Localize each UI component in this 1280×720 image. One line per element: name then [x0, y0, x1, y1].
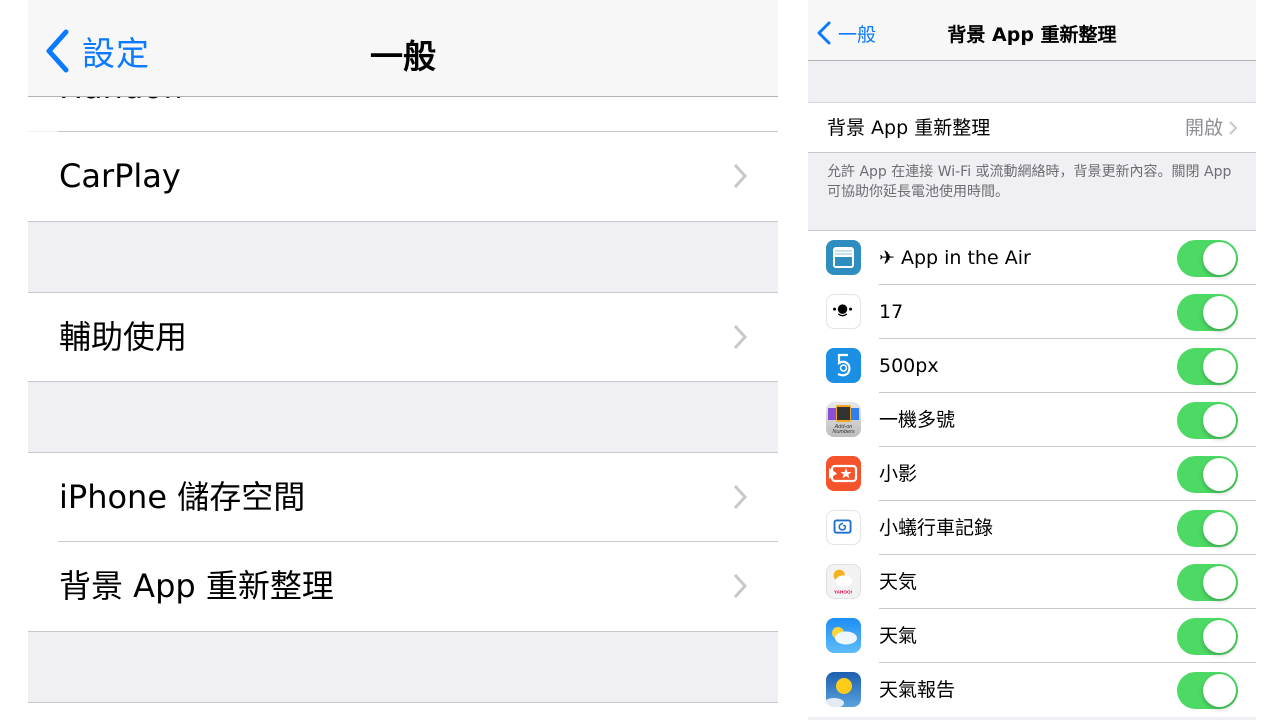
yahoo-weather-icon: YAHOO! — [826, 564, 861, 599]
setting-value: 開啟 — [1184, 117, 1223, 139]
app-row: 小影 — [808, 447, 1256, 501]
app-row: YAHOO! 天気 — [808, 555, 1256, 609]
list-item-label: iPhone 儲存空間 — [59, 478, 306, 516]
weather-report-icon — [826, 672, 861, 707]
app-refresh-toggle[interactable] — [1177, 564, 1238, 601]
app-name: ✈ App in the Air — [879, 247, 1031, 269]
vivavideo-icon — [826, 456, 861, 491]
list-item-label: 輔助使用 — [59, 318, 188, 356]
toggle-knob — [1203, 566, 1236, 599]
app-row: Add-on Numbers 一機多號 — [808, 393, 1256, 447]
app-refresh-toggle[interactable] — [1177, 294, 1238, 331]
app-row: 17 — [808, 285, 1256, 339]
page-title: 一般 — [370, 37, 436, 76]
app-refresh-toggle[interactable] — [1177, 402, 1238, 439]
background-app-refresh-panel: 一般 背景 App 重新整理 背景 App 重新整理 開啟 允許 App 在連接… — [808, 0, 1256, 720]
app-name: 17 — [879, 301, 904, 323]
toggle-knob — [1203, 458, 1236, 491]
app-refresh-toggle[interactable] — [1177, 456, 1238, 493]
setting-label: 背景 App 重新整理 — [827, 117, 991, 139]
toggle-knob — [1203, 404, 1236, 437]
app-name: 天気 — [879, 571, 918, 593]
toggle-knob — [1203, 350, 1236, 383]
app-refresh-toggle[interactable] — [1177, 240, 1238, 277]
toggle-knob — [1203, 296, 1236, 329]
section-footer: 允許 App 在連接 Wi-Fi 或流動網絡時，背景更新內容。關閉 App 可協… — [827, 164, 1232, 200]
divider — [28, 631, 778, 632]
chevron-right-icon — [1229, 121, 1238, 135]
app-row: 小蟻行車記錄 — [808, 501, 1256, 555]
app-refresh-toggle[interactable] — [1177, 672, 1238, 709]
app-name: 小影 — [879, 463, 918, 485]
app-name: 一機多號 — [879, 409, 956, 431]
chevron-right-icon — [733, 573, 748, 599]
list-item-label: 背景 App 重新整理 — [59, 567, 334, 605]
toggle-knob — [1203, 620, 1236, 653]
toggle-knob — [1203, 512, 1236, 545]
app-refresh-toggle[interactable] — [1177, 510, 1238, 547]
page-title: 背景 App 重新整理 — [947, 24, 1117, 46]
divider — [28, 381, 778, 382]
list-item-accessibility[interactable]: 輔助使用 — [28, 293, 778, 382]
chevron-right-icon — [733, 484, 748, 510]
app-name: 天氣 — [879, 625, 918, 647]
app-row: ✈ App in the Air — [808, 231, 1256, 285]
list-item-background-app-refresh[interactable]: 背景 App 重新整理 — [28, 542, 778, 631]
app-row: 天氣報告 — [808, 663, 1256, 717]
weather-icon — [826, 618, 861, 653]
app-in-the-air-icon — [826, 240, 861, 275]
divider — [28, 221, 778, 222]
navigation-bar: 設定 一般 — [28, 0, 778, 97]
add-on-numbers-icon: Add-on Numbers — [826, 402, 861, 437]
toggle-knob — [1203, 242, 1236, 275]
app-name: 天氣報告 — [879, 679, 956, 701]
app-refresh-toggle[interactable] — [1177, 618, 1238, 655]
app-row: 天氣 — [808, 609, 1256, 663]
app-name: 500px — [879, 355, 939, 377]
list-item-iphone-storage[interactable]: iPhone 儲存空間 — [28, 453, 778, 542]
chevron-right-icon — [733, 324, 748, 350]
svg-text:Numbers: Numbers — [832, 429, 855, 435]
toggle-knob — [1203, 674, 1236, 707]
app-list: ✈ App in the Air 17 500px Add-onNumbers — [808, 230, 1256, 717]
list-item-carplay[interactable]: CarPlay — [28, 132, 778, 221]
app-refresh-toggle[interactable] — [1177, 348, 1238, 385]
navigation-bar: 一般 背景 App 重新整理 — [808, 0, 1256, 61]
list-item-label: CarPlay — [59, 157, 181, 195]
yi-dashcam-icon — [826, 510, 861, 545]
17-app-icon — [826, 294, 861, 329]
app-name: 小蟻行車記錄 — [879, 517, 994, 539]
app-row: 500px — [808, 339, 1256, 393]
general-settings-panel: Handoff 設定 一般 CarPlay 輔助使用 iPhone 儲存空間 背… — [28, 0, 778, 720]
500px-icon — [826, 348, 861, 383]
list-item-next — [28, 703, 778, 720]
svg-text:YAHOO!: YAHOO! — [834, 589, 853, 594]
background-app-refresh-setting[interactable]: 背景 App 重新整理 開啟 — [808, 102, 1256, 153]
chevron-right-icon — [733, 163, 748, 189]
